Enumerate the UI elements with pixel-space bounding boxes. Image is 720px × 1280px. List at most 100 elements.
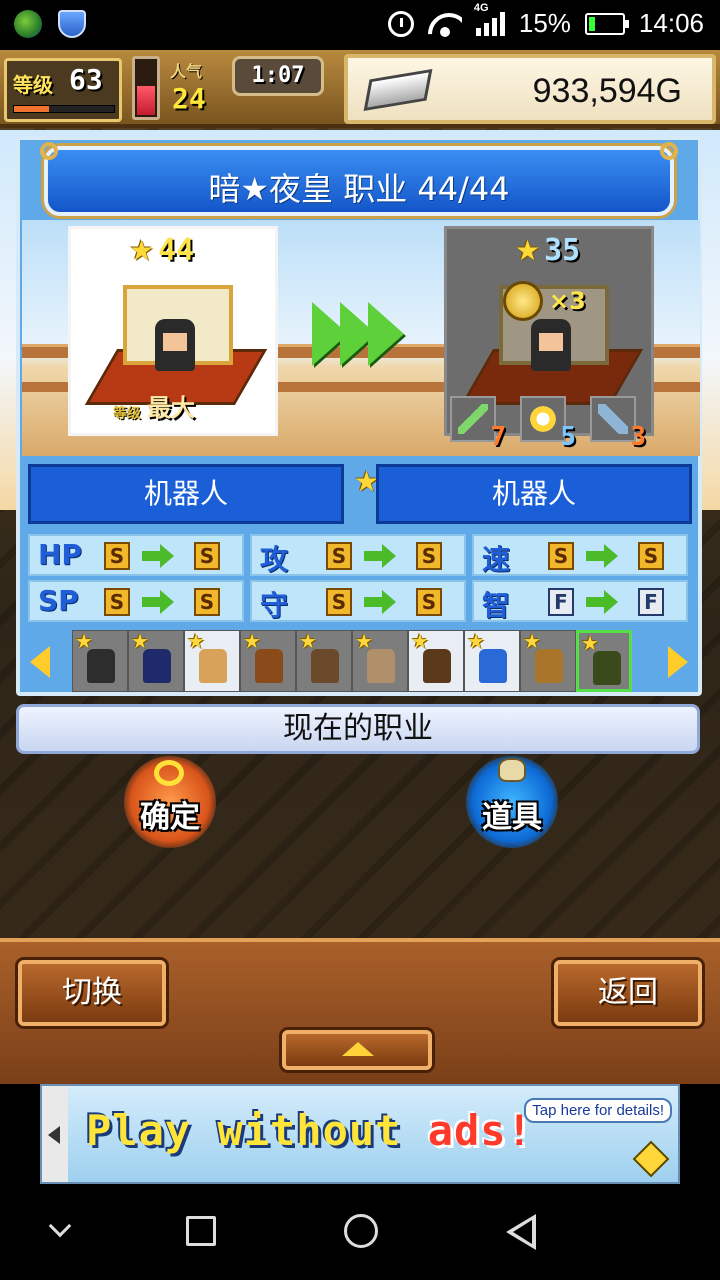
top-hud: 等级 63 人气 24 1:07 933,594G bbox=[0, 50, 720, 128]
stat-label: 速 bbox=[482, 543, 511, 576]
star-icon: ★ bbox=[299, 629, 317, 653]
wifi-icon bbox=[428, 11, 462, 37]
job-name-row: 机器人 ★ 机器人 bbox=[28, 464, 696, 526]
level-progress-bar bbox=[13, 105, 115, 113]
coin-multiplier: ×3 bbox=[549, 287, 586, 315]
expand-up-button[interactable] bbox=[282, 1030, 432, 1070]
arrow-right-icon bbox=[142, 590, 176, 614]
stat-intelligence: 智 F F bbox=[472, 580, 688, 622]
star-icon: ★ bbox=[523, 629, 541, 653]
battery-percent: 15% bbox=[518, 8, 571, 38]
item-count: 7 bbox=[490, 422, 506, 452]
hide-keyboard-icon[interactable] bbox=[48, 1214, 72, 1238]
star-icon: ★ bbox=[75, 629, 93, 653]
stat-label: 守 bbox=[260, 589, 289, 622]
character-portrait bbox=[255, 649, 283, 683]
stat-sp: SP S S bbox=[28, 580, 244, 622]
medal-item-icon[interactable]: 5 bbox=[520, 396, 576, 452]
stats-row: HP S S 攻 S S 速 S S bbox=[28, 534, 696, 576]
character-slot[interactable]: ★ bbox=[576, 630, 632, 692]
stat-grade-to: S bbox=[416, 542, 442, 570]
character-portrait bbox=[311, 649, 339, 683]
stat-grade-to: S bbox=[416, 588, 442, 616]
character-slot[interactable]: ★ bbox=[520, 630, 576, 692]
stat-attack: 攻 S S bbox=[250, 534, 466, 576]
character-portrait bbox=[199, 649, 227, 683]
prev-arrow-icon[interactable] bbox=[30, 646, 50, 678]
room-level-max: 最大 bbox=[147, 394, 195, 422]
popularity-value: 24 bbox=[172, 82, 206, 115]
arrow-right-icon bbox=[142, 544, 176, 568]
character-slot[interactable]: ★ bbox=[128, 630, 184, 692]
back-button[interactable]: 返回 bbox=[554, 960, 702, 1026]
current-job-name: 机器人 bbox=[28, 464, 344, 524]
ad-tip-bubble[interactable]: Tap here for details! bbox=[524, 1098, 672, 1123]
ad-banner[interactable]: Play without ads! Tap here for details! bbox=[40, 1084, 680, 1184]
ad-collapse-icon[interactable] bbox=[42, 1086, 68, 1182]
shield-icon bbox=[58, 10, 86, 38]
bag-icon bbox=[498, 758, 526, 782]
money-display: 933,594G bbox=[344, 54, 716, 124]
items-label: 道具 bbox=[482, 800, 542, 835]
game-screen: 等级 63 人气 24 1:07 933,594G 暗★夜皇 职业 44/44 bbox=[0, 50, 720, 1084]
sword-item-icon[interactable]: 7 bbox=[450, 396, 506, 452]
stat-grade-from: S bbox=[548, 542, 574, 570]
gun-item-icon[interactable]: 3 bbox=[590, 396, 646, 452]
home-icon[interactable] bbox=[344, 1214, 378, 1248]
money-value: 933,594G bbox=[532, 72, 682, 110]
popularity-box: 人气 24 bbox=[168, 58, 226, 122]
level-box: 等级 63 bbox=[4, 58, 122, 122]
stat-grade-from: F bbox=[548, 588, 574, 616]
status-time: 14:06 bbox=[638, 8, 704, 38]
character-slot[interactable]: ★ bbox=[408, 630, 464, 692]
character-slot[interactable]: ★ bbox=[464, 630, 520, 692]
stats-row: SP S S 守 S S 智 F F bbox=[28, 580, 696, 622]
popularity-label: 人气 bbox=[170, 62, 203, 81]
character-slot[interactable]: ★ bbox=[184, 630, 240, 692]
character-slot[interactable]: ★ bbox=[352, 630, 408, 692]
ad-headline: Play without ads! bbox=[86, 1106, 533, 1155]
stat-speed: 速 S S bbox=[472, 534, 688, 576]
stats-table: HP S S 攻 S S 速 S S SP S S 守 S S 智 F F bbox=[28, 534, 696, 626]
character-slot[interactable]: ★ bbox=[296, 630, 352, 692]
next-arrow-icon[interactable] bbox=[668, 646, 688, 678]
ad-badge-icon bbox=[632, 1140, 670, 1178]
star-icon: ★ bbox=[581, 631, 599, 655]
star-icon: ★ bbox=[411, 629, 429, 653]
star-icon: ★ bbox=[243, 629, 261, 653]
character-portrait bbox=[479, 649, 507, 683]
confirm-label: 确定 bbox=[140, 800, 200, 835]
globe-icon bbox=[14, 10, 42, 38]
star-icon: ★ bbox=[515, 233, 541, 267]
stat-grade-from: S bbox=[104, 542, 130, 570]
stat-grade-from: S bbox=[326, 542, 352, 570]
current-rank: 44 bbox=[158, 233, 195, 268]
character-portrait bbox=[593, 651, 621, 685]
stat-grade-from: S bbox=[326, 588, 352, 616]
status-bar: 4G 15% 14:06 bbox=[0, 0, 720, 50]
star-icon: ★ bbox=[187, 629, 205, 653]
character-portrait bbox=[143, 649, 171, 683]
back-icon[interactable] bbox=[506, 1214, 536, 1250]
star-icon: ★ bbox=[131, 629, 149, 653]
bottom-bar: 切换 返回 bbox=[0, 938, 720, 1084]
character-portrait bbox=[367, 649, 395, 683]
current-job-button[interactable]: 现在的职业 bbox=[16, 704, 700, 754]
confirm-button[interactable]: 确定 bbox=[124, 756, 216, 848]
stat-grade-to: S bbox=[638, 542, 664, 570]
character-slot[interactable]: ★ bbox=[240, 630, 296, 692]
items-button[interactable]: 道具 bbox=[466, 756, 558, 848]
next-rank: 35 bbox=[544, 233, 581, 268]
ad-text-accent: ads! bbox=[427, 1106, 533, 1155]
health-gauge bbox=[132, 56, 160, 120]
switch-button[interactable]: 切换 bbox=[18, 960, 166, 1026]
system-nav-bar bbox=[0, 1184, 720, 1280]
character-slot[interactable]: ★ bbox=[72, 630, 128, 692]
stat-grade-to: S bbox=[194, 588, 220, 616]
recents-icon[interactable] bbox=[186, 1216, 216, 1246]
network-type: 4G bbox=[473, 1, 489, 14]
job-preview: ★ 44 等级 最大 ★ 35 ×3 7 5 3 bbox=[22, 220, 700, 456]
level-label: 等级 bbox=[13, 73, 53, 97]
ring-icon bbox=[154, 760, 184, 786]
next-job-name: 机器人 bbox=[376, 464, 692, 524]
